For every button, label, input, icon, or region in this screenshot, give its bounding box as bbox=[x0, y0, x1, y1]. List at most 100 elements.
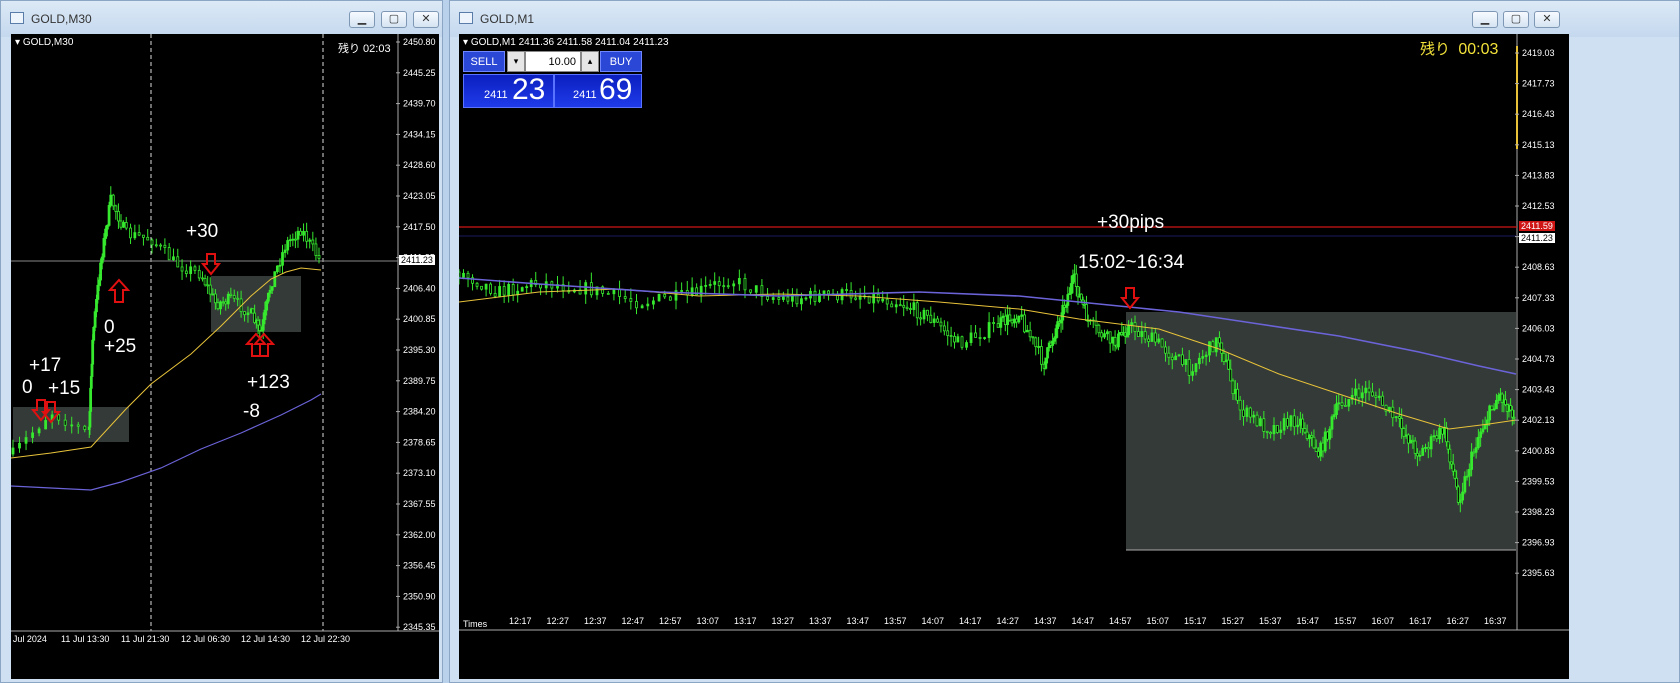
candle-body bbox=[229, 293, 233, 296]
candle-body bbox=[1461, 491, 1464, 501]
sell-button[interactable]: SELL bbox=[463, 51, 505, 72]
candle-body bbox=[1236, 388, 1239, 401]
lot-size-input[interactable] bbox=[525, 51, 581, 72]
time-scale: 12:17 12:27 12:37 12:47 12:57 13:07 13:17 13:27… bbox=[509, 616, 1507, 626]
candle-body bbox=[1020, 314, 1024, 317]
candle-body bbox=[1321, 442, 1325, 452]
candle-body bbox=[737, 278, 741, 285]
candle-body bbox=[1435, 435, 1439, 440]
candle-body bbox=[243, 311, 246, 316]
candle-body bbox=[629, 298, 633, 302]
candle-body bbox=[1310, 435, 1314, 438]
candle-body bbox=[1432, 435, 1436, 438]
candle-body bbox=[311, 239, 315, 245]
time-tick-label: 14:37 bbox=[1034, 616, 1057, 626]
candle-body bbox=[1224, 359, 1228, 362]
pips-label: +30pips bbox=[1097, 212, 1165, 233]
minimize-icon[interactable]: ▁ bbox=[349, 11, 375, 28]
left-chart-area[interactable]: 2450.80 2445.25 2439.70 2434.15 2428.60 2423.… bbox=[11, 34, 439, 679]
candle-body bbox=[946, 330, 950, 336]
candle-body bbox=[606, 292, 610, 295]
candle-body bbox=[1326, 431, 1329, 440]
candle-body bbox=[1025, 329, 1029, 333]
candle-body bbox=[1381, 395, 1385, 406]
candle-body bbox=[1400, 418, 1404, 429]
candle-body bbox=[1044, 357, 1048, 369]
price-tick-label: 2415.13 bbox=[1522, 140, 1555, 150]
candle-body bbox=[1323, 431, 1327, 452]
maximize-icon[interactable]: ▢ bbox=[1503, 11, 1529, 28]
candle-body bbox=[1445, 427, 1448, 443]
right-chart-area[interactable]: 2419.03 2417.73 2416.43 2415.13 2413.83 2412.… bbox=[459, 34, 1569, 679]
time-tick-label: 16:07 bbox=[1372, 616, 1395, 626]
candle-body bbox=[1071, 274, 1075, 284]
maximize-icon[interactable]: ▢ bbox=[381, 11, 407, 28]
price-tick-label: 2398.23 bbox=[1522, 507, 1555, 517]
right-remaining-time: 残り 00:03 bbox=[1420, 38, 1498, 59]
price-tick-label: 2356.45 bbox=[403, 561, 436, 571]
candle-body bbox=[293, 238, 297, 241]
candle-body bbox=[99, 262, 102, 281]
candle-body bbox=[246, 312, 250, 316]
candle-body bbox=[109, 194, 113, 206]
close-icon[interactable]: ✕ bbox=[1534, 11, 1560, 28]
candle-body bbox=[1074, 273, 1078, 287]
buy-button[interactable]: BUY bbox=[600, 51, 642, 72]
candle-body bbox=[996, 323, 1000, 328]
left-chart-window[interactable]: GOLD,M30 ▁ ▢ ✕ 2450.80 2445.25 2439.70 2… bbox=[0, 0, 443, 683]
buy-price-prefix: 2411 bbox=[573, 89, 597, 101]
candle-body bbox=[1054, 328, 1058, 339]
time-tick-label: 12 Jul 06:30 bbox=[181, 634, 230, 644]
candle-body bbox=[1453, 470, 1457, 479]
time-tick-label: 16:37 bbox=[1484, 616, 1507, 626]
price-tick-label: 2389.75 bbox=[403, 376, 436, 386]
candle-body bbox=[1242, 409, 1245, 417]
right-title-bar[interactable]: GOLD,M1 ▁ ▢ ✕ bbox=[450, 1, 1679, 37]
right-chart-window[interactable]: GOLD,M1 ▁ ▢ ✕ 2419.03 2417.73 2416.43 2415.… bbox=[449, 0, 1680, 683]
candle-body bbox=[1343, 405, 1347, 407]
candle-body bbox=[894, 304, 898, 308]
time-tick-label: 16:17 bbox=[1409, 616, 1432, 626]
candle-body bbox=[1028, 329, 1032, 338]
candle-body bbox=[288, 239, 292, 242]
candle-body bbox=[286, 240, 290, 251]
candle-body bbox=[1108, 331, 1112, 344]
candle-body bbox=[872, 293, 876, 304]
candle-body bbox=[912, 302, 916, 310]
minimize-icon[interactable]: ▁ bbox=[1472, 11, 1498, 28]
candle-body bbox=[668, 296, 672, 301]
candle-body bbox=[11, 447, 15, 455]
candle-body bbox=[57, 414, 61, 421]
close-icon[interactable]: ✕ bbox=[413, 11, 439, 28]
candle-body bbox=[932, 318, 936, 323]
candle-body bbox=[146, 236, 150, 241]
down-arrow-icon bbox=[200, 253, 222, 276]
candle-body bbox=[1510, 409, 1514, 418]
candle-body bbox=[236, 297, 240, 300]
candle-body bbox=[117, 211, 120, 222]
candle-body bbox=[1495, 400, 1498, 410]
price-tick-label: 2417.73 bbox=[1522, 79, 1555, 89]
candle-body bbox=[502, 286, 506, 296]
annotation-label: +123 bbox=[247, 372, 290, 393]
candle-body bbox=[1509, 405, 1513, 411]
left-title-bar[interactable]: GOLD,M30 ▁ ▢ ✕ bbox=[1, 1, 442, 37]
candle-body bbox=[732, 283, 736, 287]
candle-body bbox=[1441, 427, 1444, 435]
price-tick-label: 2407.33 bbox=[1522, 293, 1555, 303]
candle-body bbox=[992, 322, 996, 324]
candle-body bbox=[63, 419, 67, 426]
candle-body bbox=[498, 286, 502, 297]
candle-body bbox=[1153, 332, 1157, 343]
lot-increase-button[interactable]: ▴ bbox=[581, 51, 599, 72]
candle-body bbox=[1397, 416, 1401, 419]
lot-decrease-button[interactable]: ▾ bbox=[507, 51, 525, 72]
candle-body bbox=[1298, 418, 1302, 426]
candle-body bbox=[722, 285, 726, 288]
time-tick-label: 16:27 bbox=[1447, 616, 1470, 626]
candle-body bbox=[251, 308, 255, 314]
time-tick-label: 11 Jul 21:30 bbox=[121, 634, 169, 644]
buy-price-box[interactable]: 2411 69 bbox=[554, 73, 642, 108]
sell-price-box[interactable]: 2411 23 bbox=[463, 73, 554, 108]
chart-window-icon bbox=[459, 12, 473, 24]
